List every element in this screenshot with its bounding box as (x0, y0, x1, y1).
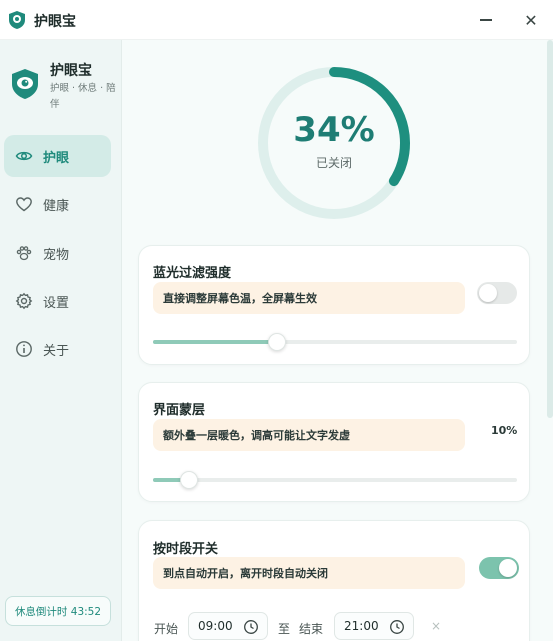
brand-tagline: 护眼 · 休息 · 陪伴 (50, 83, 116, 110)
sidebar-item-label: 关于 (43, 343, 70, 359)
start-time-value: 09:00 (198, 619, 233, 633)
hint-text: 额外叠一层暖色，调高可能让文字发虚 (153, 419, 465, 451)
scrollbar[interactable] (547, 40, 553, 641)
schedule-card: 按时段开关 到点自动开启，离开时段自动关闭 开始 09:00 至 结束 21:0… (138, 520, 530, 641)
sidebar-item-label: 护眼 (43, 150, 70, 166)
break-countdown[interactable]: 休息倒计时 43:52 (5, 596, 111, 626)
title-bar: 护眼宝 ✕ (0, 0, 553, 40)
paw-icon (15, 244, 33, 262)
sidebar: 护眼宝 护眼 · 休息 · 陪伴 护眼 健康 宠物 设置 关于 休息倒计时 43… (0, 40, 122, 641)
slider-thumb[interactable] (267, 333, 286, 351)
ring-percentage: 34% (293, 110, 375, 150)
filter-strength-ring: 34% 已关闭 (257, 66, 411, 220)
to-label: 至 (278, 622, 291, 636)
end-time-picker[interactable]: 21:00 (334, 612, 414, 640)
gear-icon (15, 292, 33, 310)
slider-thumb[interactable] (180, 471, 199, 489)
card-title: 界面蒙层 (153, 403, 206, 418)
app-logo-icon (9, 11, 25, 29)
sidebar-item-about[interactable]: 关于 (4, 328, 111, 370)
start-time-picker[interactable]: 09:00 (188, 612, 268, 640)
end-label: 结束 (299, 622, 324, 636)
minimize-icon[interactable] (478, 12, 494, 28)
sidebar-item-label: 宠物 (43, 247, 70, 263)
info-icon (15, 340, 33, 358)
schedule-toggle[interactable] (479, 557, 519, 579)
sidebar-item-eye-care[interactable]: 护眼 (4, 135, 111, 177)
blue-light-slider[interactable] (153, 333, 517, 351)
sidebar-item-settings[interactable]: 设置 (4, 280, 111, 322)
ring-status: 已关闭 (315, 156, 352, 170)
card-title: 蓝光过滤强度 (153, 266, 232, 281)
overlay-card: 界面蒙层 额外叠一层暖色，调高可能让文字发虚 10% (138, 382, 530, 502)
sidebar-item-health[interactable]: 健康 (4, 183, 111, 225)
eye-icon (15, 147, 33, 165)
close-icon[interactable]: ✕ (522, 11, 540, 30)
window-title: 护眼宝 (34, 14, 76, 30)
brand-logo-icon (12, 69, 38, 99)
main-panel: 34% 已关闭 蓝光过滤强度 直接调整屏幕色温，全屏幕生效 界面蒙层 额外叠一层… (122, 40, 553, 641)
blue-light-toggle[interactable] (477, 282, 517, 304)
overlay-slider[interactable] (153, 471, 517, 489)
sidebar-item-label: 设置 (43, 295, 70, 311)
clock-icon (390, 620, 404, 634)
slider-fill (153, 340, 277, 344)
clock-icon (244, 620, 258, 634)
card-title: 按时段开关 (153, 542, 219, 557)
brand-name: 护眼宝 (50, 63, 92, 79)
clear-time-icon[interactable]: × (431, 619, 441, 633)
sidebar-item-label: 健康 (43, 198, 70, 214)
heart-icon (15, 195, 33, 213)
hint-text: 到点自动开启，离开时段自动关闭 (153, 557, 465, 589)
start-label: 开始 (154, 622, 179, 636)
sidebar-item-pet[interactable]: 宠物 (4, 232, 111, 274)
overlay-percentage: 10% (491, 424, 518, 437)
scrollbar-thumb[interactable] (547, 40, 553, 418)
end-time-value: 21:00 (344, 619, 379, 633)
blue-light-card: 蓝光过滤强度 直接调整屏幕色温，全屏幕生效 (138, 245, 530, 365)
hint-text: 直接调整屏幕色温，全屏幕生效 (153, 282, 465, 314)
